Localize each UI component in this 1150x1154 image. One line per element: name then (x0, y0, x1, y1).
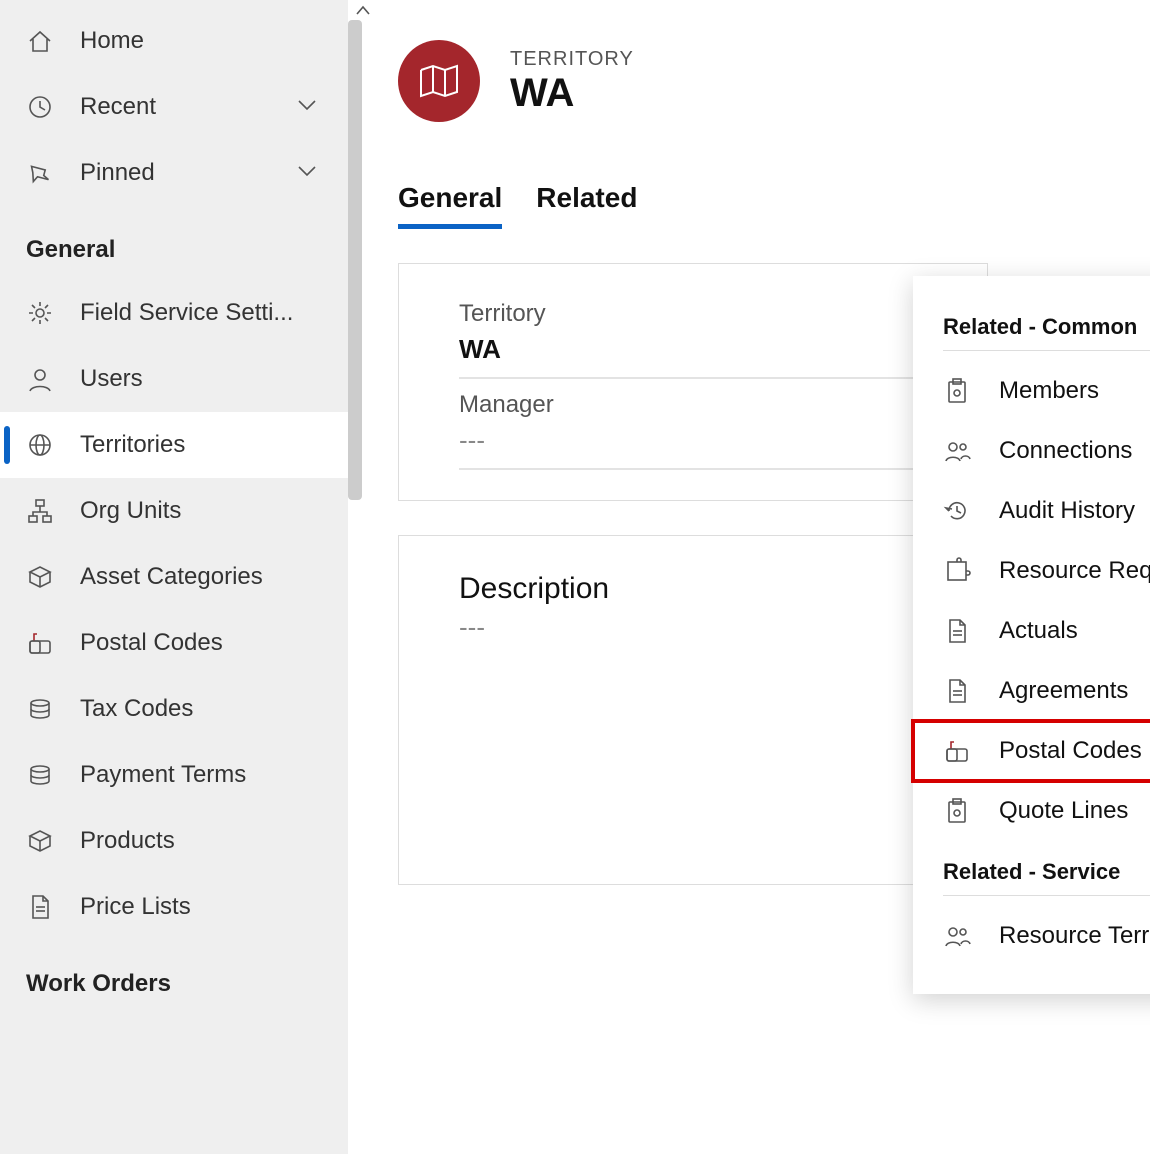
people-icon (943, 437, 971, 465)
sidebar: Home Recent Pinned General Field Service… (0, 0, 348, 1154)
mailbox-icon (26, 629, 54, 657)
org-icon (26, 497, 54, 525)
field-label-manager: Manager (459, 379, 957, 425)
tab-related[interactable]: Related (536, 182, 637, 229)
field-value-manager[interactable]: --- (459, 425, 957, 470)
nav-section-work-orders: Work Orders (0, 940, 348, 1014)
nav-users[interactable]: Users (0, 346, 348, 412)
nav-home[interactable]: Home (0, 8, 348, 74)
cube-icon (26, 827, 54, 855)
related-dropdown: Related - Common Members Connections Aud… (913, 276, 1150, 994)
stack-icon (26, 695, 54, 723)
gear-icon (26, 299, 54, 327)
main-content: TERRITORY WA General Related Territory W… (348, 0, 1150, 1154)
history-icon (943, 497, 971, 525)
related-item-resource-territories[interactable]: Resource Territories (913, 906, 1150, 966)
related-item-label: Connections (999, 437, 1132, 465)
record-header: TERRITORY WA (398, 0, 1150, 122)
related-item-agreements[interactable]: Agreements (913, 661, 1150, 721)
home-icon (26, 27, 54, 55)
doc-icon (26, 893, 54, 921)
mailbox-icon (943, 737, 971, 765)
people-icon (943, 922, 971, 950)
user-icon (26, 365, 54, 393)
globe-icon (26, 431, 54, 459)
related-item-label: Actuals (999, 617, 1078, 645)
nav-section-general: General (0, 206, 348, 280)
nav-label: Tax Codes (80, 695, 193, 723)
puzzle-icon (943, 557, 971, 585)
description-card: Description --- (398, 535, 988, 885)
nav-label: Field Service Setti... (80, 299, 293, 327)
nav-label: Pinned (80, 159, 155, 187)
field-label-description: Description (459, 560, 957, 612)
related-item-label: Members (999, 377, 1099, 405)
box-icon (26, 563, 54, 591)
nav-label: Price Lists (80, 893, 191, 921)
nav-label: Territories (80, 431, 185, 459)
field-value-territory[interactable]: WA (459, 334, 957, 379)
related-item-resource-requirements[interactable]: Resource Requirements (913, 541, 1150, 601)
related-group-service-title: Related - Service (943, 841, 1150, 896)
nav-label: Postal Codes (80, 629, 223, 657)
related-item-connections[interactable]: Connections (913, 421, 1150, 481)
nav-fss[interactable]: Field Service Setti... (0, 280, 348, 346)
field-label-territory: Territory (459, 288, 957, 334)
related-item-members[interactable]: Members (913, 361, 1150, 421)
nav-label: Users (80, 365, 143, 393)
tab-general[interactable]: General (398, 182, 502, 229)
related-item-label: Resource Requirements (999, 557, 1150, 585)
nav-label: Home (80, 27, 144, 55)
general-card: Territory WA Manager --- (398, 263, 988, 501)
nav-postal[interactable]: Postal Codes (0, 610, 348, 676)
territory-avatar-icon (398, 40, 480, 122)
nav-label: Payment Terms (80, 761, 246, 789)
nav-label: Org Units (80, 497, 181, 525)
doc-icon (943, 617, 971, 645)
nav-org[interactable]: Org Units (0, 478, 348, 544)
clipboard-gear-icon (943, 377, 971, 405)
doc-icon (943, 677, 971, 705)
stack-icon (26, 761, 54, 789)
record-title: WA (510, 71, 634, 115)
related-item-label: Postal Codes (999, 737, 1142, 765)
clock-icon (26, 93, 54, 121)
record-type-label: TERRITORY (510, 48, 634, 71)
nav-acat[interactable]: Asset Categories (0, 544, 348, 610)
chevron-down-icon (296, 98, 318, 117)
nav-label: Asset Categories (80, 563, 263, 591)
nav-pay[interactable]: Payment Terms (0, 742, 348, 808)
nav-prod[interactable]: Products (0, 808, 348, 874)
related-item-audit-history[interactable]: Audit History (913, 481, 1150, 541)
field-value-description[interactable]: --- (459, 612, 957, 655)
nav-price[interactable]: Price Lists (0, 874, 348, 940)
nav-recent[interactable]: Recent (0, 74, 348, 140)
nav-label: Recent (80, 93, 156, 121)
nav-terr[interactable]: Territories (0, 412, 348, 478)
related-item-label: Audit History (999, 497, 1135, 525)
related-item-postal-codes[interactable]: Postal Codes (913, 721, 1150, 781)
pin-icon (26, 159, 54, 187)
nav-label: Products (80, 827, 175, 855)
related-item-label: Resource Territories (999, 922, 1150, 950)
nav-tax[interactable]: Tax Codes (0, 676, 348, 742)
related-group-common-title: Related - Common (943, 296, 1150, 351)
clipboard-gear-icon (943, 797, 971, 825)
nav-pinned[interactable]: Pinned (0, 140, 348, 206)
related-item-label: Quote Lines (999, 797, 1128, 825)
related-item-label: Agreements (999, 677, 1128, 705)
chevron-down-icon (296, 164, 318, 183)
form-tabs: General Related (398, 182, 1150, 229)
related-item-quote-lines[interactable]: Quote Lines (913, 781, 1150, 841)
related-item-actuals[interactable]: Actuals (913, 601, 1150, 661)
